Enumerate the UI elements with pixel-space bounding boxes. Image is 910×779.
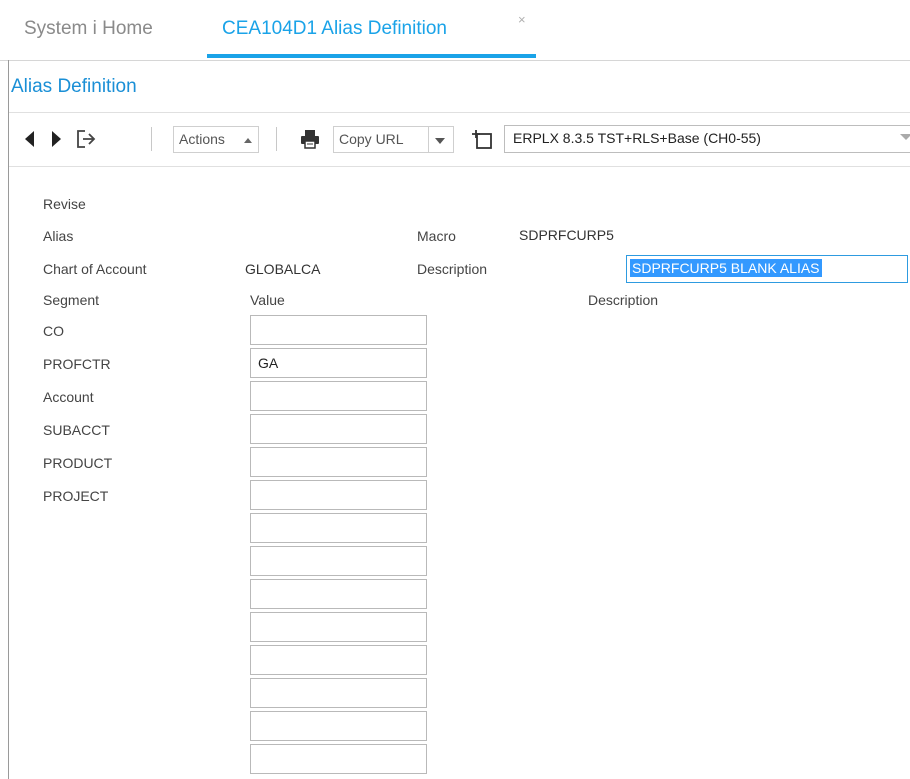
chevron-down-icon[interactable]	[435, 138, 445, 144]
tab-bar: System i Home CEA104D1 Alias Definition …	[0, 0, 910, 61]
back-icon[interactable]	[23, 130, 37, 151]
segment-column-header: Segment	[43, 292, 100, 308]
segment-value-input[interactable]	[250, 546, 427, 576]
alias-label: Alias	[43, 228, 74, 244]
toolbar: Actions Copy URL ERPLX 8.3.5 TST+RLS+Bas…	[9, 112, 910, 167]
segment-value-input[interactable]	[250, 711, 427, 741]
active-tab-indicator	[207, 54, 536, 58]
toolbar-separator	[276, 127, 277, 151]
forward-icon[interactable]	[49, 130, 63, 151]
segment-value-input[interactable]	[250, 381, 427, 411]
copy-url-label: Copy URL	[339, 131, 404, 147]
environment-icon[interactable]	[471, 128, 493, 153]
environment-select[interactable]: ERPLX 8.3.5 TST+RLS+Base (CH0-55)	[504, 125, 910, 153]
segment-value-input[interactable]	[250, 315, 427, 345]
segment-value-input[interactable]	[250, 480, 427, 510]
description-input[interactable]: SDPRFCURP5 BLANK ALIAS	[626, 255, 908, 283]
mode-label: Revise	[43, 196, 86, 212]
value-column-header: Value	[250, 292, 285, 308]
segment-name: Account	[43, 389, 94, 405]
chart-of-account-label: Chart of Account	[43, 261, 147, 277]
macro-value: SDPRFCURP5	[519, 227, 614, 243]
segment-value-input[interactable]: GA	[250, 348, 427, 378]
segment-value-input[interactable]	[250, 513, 427, 543]
description-label: Description	[417, 261, 488, 277]
chart-of-account-value: GLOBALCA	[245, 261, 321, 277]
copy-url-button[interactable]: Copy URL	[333, 126, 454, 153]
chevron-down-icon[interactable]	[900, 134, 910, 140]
macro-label: Macro	[417, 228, 456, 244]
segment-value-input[interactable]	[250, 447, 427, 477]
segment-value-input[interactable]	[250, 744, 427, 774]
segment-value-input[interactable]	[250, 612, 427, 642]
dropdown-divider	[428, 127, 429, 152]
segment-name: CO	[43, 323, 64, 339]
description-column-header: Description	[588, 292, 659, 308]
triangle-up-icon	[244, 138, 252, 143]
segment-name: PROJECT	[43, 488, 109, 504]
segment-value-input[interactable]	[250, 579, 427, 609]
segment-value-input[interactable]	[250, 678, 427, 708]
page-title: Alias Definition	[11, 76, 137, 97]
tab-alias-definition[interactable]: CEA104D1 Alias Definition	[222, 18, 447, 40]
close-icon[interactable]: ×	[518, 12, 526, 27]
actions-button[interactable]: Actions	[173, 126, 259, 153]
print-icon[interactable]	[299, 128, 321, 153]
environment-value: ERPLX 8.3.5 TST+RLS+Base (CH0-55)	[513, 130, 761, 146]
segment-value-input[interactable]	[250, 414, 427, 444]
actions-label: Actions	[179, 131, 225, 147]
exit-icon[interactable]	[75, 128, 97, 153]
segment-name: SUBACCT	[43, 422, 110, 438]
toolbar-separator	[151, 127, 152, 151]
segment-name: PROFCTR	[43, 356, 111, 372]
tab-system-i-home[interactable]: System i Home	[24, 18, 153, 40]
segment-name: PRODUCT	[43, 455, 113, 471]
content-left-border	[8, 60, 9, 779]
segment-value-input[interactable]	[250, 645, 427, 675]
description-value: SDPRFCURP5 BLANK ALIAS	[630, 259, 822, 277]
